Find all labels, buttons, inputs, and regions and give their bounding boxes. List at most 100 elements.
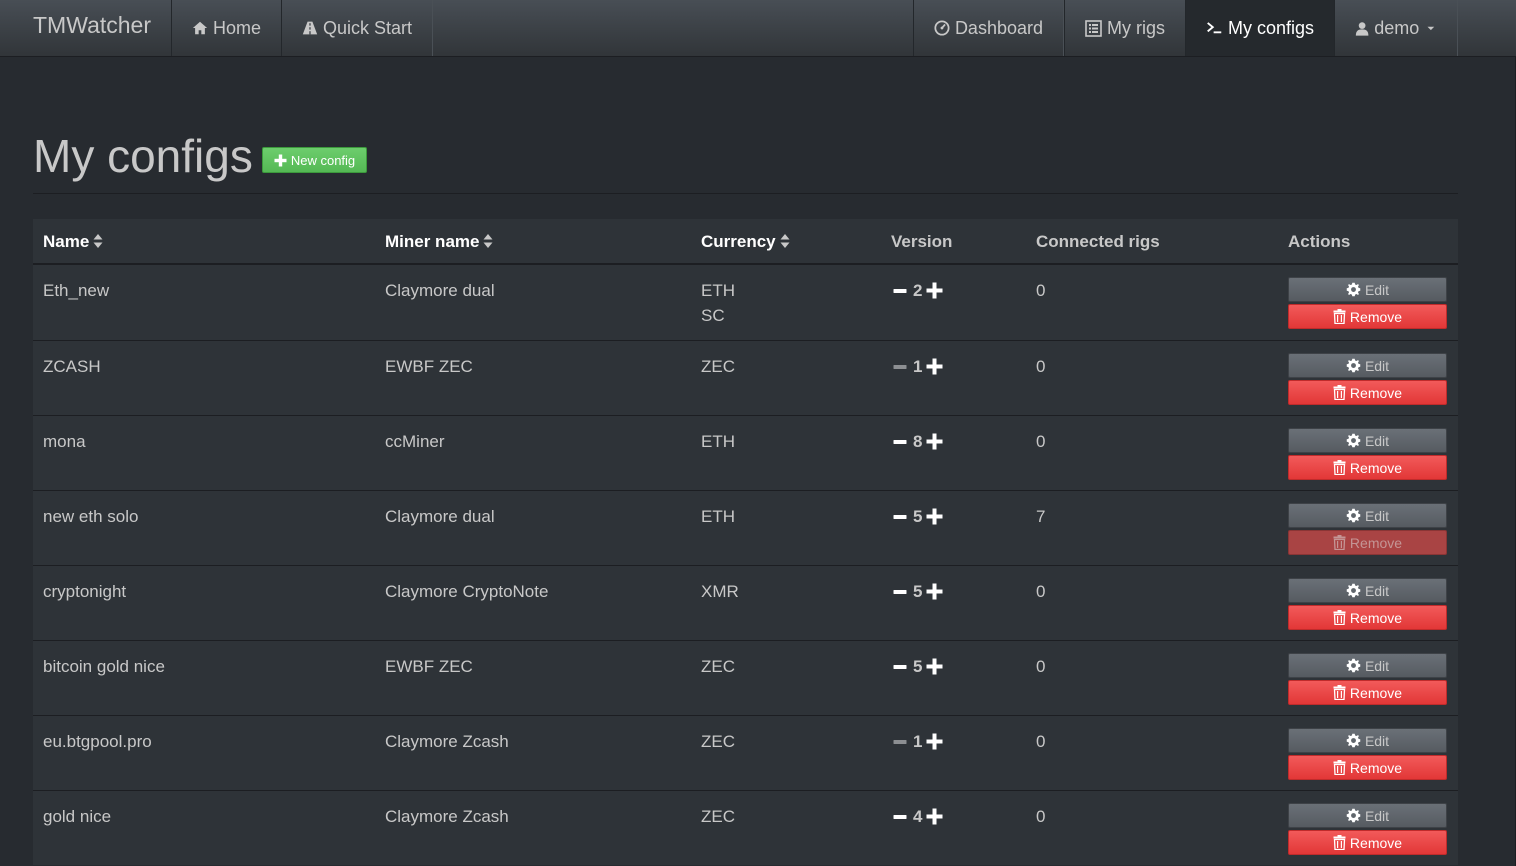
currency-list: ZEC	[701, 804, 735, 829]
version-control: 5	[893, 579, 943, 604]
gear-icon	[1346, 583, 1361, 598]
version-stepper: 1	[893, 729, 943, 754]
version-control: 5	[893, 654, 943, 679]
minus-icon[interactable]	[893, 284, 907, 298]
connected-rigs-count: 0	[1036, 357, 1046, 376]
sort-icon	[483, 234, 493, 249]
page-title: My configs	[33, 130, 253, 182]
version-stepper: 5	[893, 579, 943, 604]
table-row: eu.btgpool.pro Claymore Zcash ZEC 1 0 Edit Rem…	[33, 715, 1458, 790]
nav-quick-start[interactable]: Quick Start	[281, 0, 433, 56]
edit-button[interactable]: Edit	[1288, 503, 1447, 528]
edit-button[interactable]: Edit	[1288, 578, 1447, 603]
row-actions: Edit Remove	[1288, 277, 1447, 329]
table-row: new eth solo Claymore dual ETH 5 7 Edit Remove	[33, 490, 1458, 565]
table-row: cryptonight Claymore CryptoNote XMR 5 0 Edit R…	[33, 565, 1458, 640]
remove-label: Remove	[1349, 834, 1403, 851]
plus-icon[interactable]	[926, 583, 943, 600]
version-stepper: 1	[893, 354, 943, 379]
connected-rigs-count: 7	[1036, 507, 1046, 526]
edit-button[interactable]: Edit	[1288, 653, 1447, 678]
version-stepper: 5	[893, 504, 943, 529]
remove-button[interactable]: Remove	[1288, 605, 1447, 630]
version-control: 8	[893, 429, 943, 454]
nav-my-configs[interactable]: My configs	[1185, 0, 1335, 56]
new-config-label: New config	[290, 152, 356, 168]
user-icon	[1355, 21, 1369, 36]
remove-button[interactable]: Remove	[1288, 830, 1447, 855]
plus-icon[interactable]	[926, 433, 943, 450]
minus-icon	[893, 739, 907, 744]
brand-logo[interactable]: TMWatcher	[33, 10, 151, 40]
version-number: 8	[913, 432, 923, 451]
version-control: 1	[893, 354, 943, 379]
gear-icon	[1346, 508, 1361, 523]
new-config-button[interactable]: New config	[262, 147, 367, 173]
edit-label: Edit	[1364, 732, 1390, 749]
dashboard-icon	[934, 20, 950, 36]
minus-icon[interactable]	[893, 660, 907, 674]
table-header: Name Miner name Currency Version Connect…	[33, 219, 1458, 265]
row-actions: Edit Remove	[1288, 653, 1447, 705]
nav-my-configs-label: My configs	[1227, 17, 1314, 38]
road-icon	[302, 21, 318, 35]
column-header-currency[interactable]: Currency	[701, 219, 790, 265]
remove-label: Remove	[1349, 459, 1403, 476]
currency-list: ZEC	[701, 354, 735, 379]
row-actions: Edit Remove	[1288, 428, 1447, 480]
plus-icon[interactable]	[926, 358, 943, 375]
minus-icon[interactable]	[893, 585, 907, 599]
trash-icon	[1333, 385, 1346, 400]
plus-icon[interactable]	[926, 658, 943, 675]
remove-button[interactable]: Remove	[1288, 755, 1447, 780]
column-header-miner[interactable]: Miner name	[385, 219, 493, 265]
version-number: 1	[913, 357, 923, 376]
connected-rigs-count: 0	[1036, 807, 1046, 826]
edit-button[interactable]: Edit	[1288, 803, 1447, 828]
list-icon	[1085, 19, 1102, 37]
remove-button[interactable]: Remove	[1288, 304, 1447, 329]
currency-code: ZEC	[701, 657, 735, 676]
version-number: 5	[913, 582, 923, 601]
table-row: ZCASH EWBF ZEC ZEC 1 0 Edit Remove	[33, 340, 1458, 415]
miner-name: Claymore Zcash	[385, 807, 509, 826]
row-actions: Edit Remove	[1288, 803, 1447, 855]
edit-label: Edit	[1364, 432, 1390, 449]
remove-button: Remove	[1288, 530, 1447, 555]
plus-icon[interactable]	[926, 282, 943, 299]
config-name: Eth_new	[43, 281, 110, 300]
table-row: Eth_new Claymore dual ETH SC 2 0 Edit Remove	[33, 265, 1458, 340]
sort-icon	[93, 234, 103, 249]
column-header-name[interactable]: Name	[43, 219, 103, 265]
connected-rigs-count: 0	[1036, 732, 1046, 751]
nav-my-rigs[interactable]: My rigs	[1064, 0, 1186, 56]
plus-icon[interactable]	[926, 508, 943, 525]
version-control: 2	[893, 278, 943, 303]
plus-icon[interactable]	[926, 733, 943, 750]
row-actions: Edit Remove	[1288, 353, 1447, 405]
remove-button[interactable]: Remove	[1288, 380, 1447, 405]
currency-list: ZEC	[701, 654, 735, 679]
header-divider	[33, 193, 1458, 194]
config-name: eu.btgpool.pro	[43, 732, 152, 751]
edit-button[interactable]: Edit	[1288, 277, 1447, 302]
nav-home[interactable]: Home	[171, 0, 282, 56]
remove-button[interactable]: Remove	[1288, 455, 1447, 480]
edit-button[interactable]: Edit	[1288, 353, 1447, 378]
nav-dashboard[interactable]: Dashboard	[913, 0, 1064, 56]
currency-list: ZEC	[701, 729, 735, 754]
currency-code: ZEC	[701, 807, 735, 826]
edit-label: Edit	[1364, 281, 1390, 298]
minus-icon[interactable]	[893, 435, 907, 449]
currency-code: ETH	[701, 507, 735, 526]
minus-icon[interactable]	[893, 810, 907, 824]
minus-icon[interactable]	[893, 510, 907, 524]
remove-button[interactable]: Remove	[1288, 680, 1447, 705]
edit-button[interactable]: Edit	[1288, 728, 1447, 753]
currency-code: ZEC	[701, 732, 735, 751]
nav-user-menu[interactable]: demo	[1334, 0, 1458, 56]
plus-icon[interactable]	[926, 808, 943, 825]
edit-button[interactable]: Edit	[1288, 428, 1447, 453]
version-stepper: 4	[893, 804, 943, 829]
remove-label: Remove	[1349, 308, 1403, 325]
